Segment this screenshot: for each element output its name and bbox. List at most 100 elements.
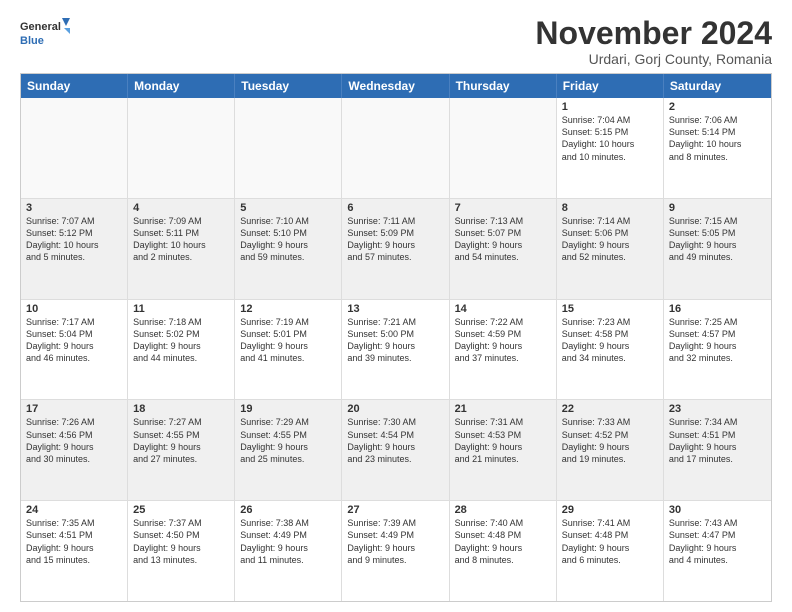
cell-text-2-6: Sunrise: 7:25 AM Sunset: 4:57 PM Dayligh…	[669, 316, 766, 365]
cell-text-3-2: Sunrise: 7:29 AM Sunset: 4:55 PM Dayligh…	[240, 416, 336, 465]
day-num-1-3: 6	[347, 202, 443, 214]
cell-text-1-5: Sunrise: 7:14 AM Sunset: 5:06 PM Dayligh…	[562, 215, 658, 264]
cell-text-2-0: Sunrise: 7:17 AM Sunset: 5:04 PM Dayligh…	[26, 316, 122, 365]
day-num-0-6: 2	[669, 101, 766, 113]
month-title: November 2024	[535, 16, 772, 51]
cell-text-4-3: Sunrise: 7:39 AM Sunset: 4:49 PM Dayligh…	[347, 517, 443, 566]
day-num-3-5: 22	[562, 403, 658, 415]
day-num-2-2: 12	[240, 303, 336, 315]
cell-text-3-3: Sunrise: 7:30 AM Sunset: 4:54 PM Dayligh…	[347, 416, 443, 465]
calendar: Sunday Monday Tuesday Wednesday Thursday…	[20, 73, 772, 602]
day-num-4-1: 25	[133, 504, 229, 516]
cell-text-4-5: Sunrise: 7:41 AM Sunset: 4:48 PM Dayligh…	[562, 517, 658, 566]
day-num-3-1: 18	[133, 403, 229, 415]
cell-text-1-0: Sunrise: 7:07 AM Sunset: 5:12 PM Dayligh…	[26, 215, 122, 264]
header-wednesday: Wednesday	[342, 74, 449, 98]
cal-cell-4-6: 30Sunrise: 7:43 AM Sunset: 4:47 PM Dayli…	[664, 501, 771, 601]
cal-cell-4-2: 26Sunrise: 7:38 AM Sunset: 4:49 PM Dayli…	[235, 501, 342, 601]
cell-text-3-5: Sunrise: 7:33 AM Sunset: 4:52 PM Dayligh…	[562, 416, 658, 465]
cal-cell-2-5: 15Sunrise: 7:23 AM Sunset: 4:58 PM Dayli…	[557, 300, 664, 400]
cal-row-2: 10Sunrise: 7:17 AM Sunset: 5:04 PM Dayli…	[21, 300, 771, 401]
day-num-1-2: 5	[240, 202, 336, 214]
cal-cell-0-4	[450, 98, 557, 198]
cal-cell-0-6: 2Sunrise: 7:06 AM Sunset: 5:14 PM Daylig…	[664, 98, 771, 198]
title-block: November 2024 Urdari, Gorj County, Roman…	[535, 16, 772, 67]
day-num-4-6: 30	[669, 504, 766, 516]
cal-cell-2-4: 14Sunrise: 7:22 AM Sunset: 4:59 PM Dayli…	[450, 300, 557, 400]
day-num-1-6: 9	[669, 202, 766, 214]
cal-cell-1-5: 8Sunrise: 7:14 AM Sunset: 5:06 PM Daylig…	[557, 199, 664, 299]
cal-row-0: 1Sunrise: 7:04 AM Sunset: 5:15 PM Daylig…	[21, 98, 771, 199]
day-num-3-6: 23	[669, 403, 766, 415]
cal-cell-4-4: 28Sunrise: 7:40 AM Sunset: 4:48 PM Dayli…	[450, 501, 557, 601]
cal-cell-3-6: 23Sunrise: 7:34 AM Sunset: 4:51 PM Dayli…	[664, 400, 771, 500]
cell-text-4-2: Sunrise: 7:38 AM Sunset: 4:49 PM Dayligh…	[240, 517, 336, 566]
cal-cell-1-0: 3Sunrise: 7:07 AM Sunset: 5:12 PM Daylig…	[21, 199, 128, 299]
day-num-1-0: 3	[26, 202, 122, 214]
day-num-2-6: 16	[669, 303, 766, 315]
header: General Blue November 2024 Urdari, Gorj …	[20, 16, 772, 67]
cal-row-3: 17Sunrise: 7:26 AM Sunset: 4:56 PM Dayli…	[21, 400, 771, 501]
location: Urdari, Gorj County, Romania	[535, 51, 772, 67]
cal-cell-2-1: 11Sunrise: 7:18 AM Sunset: 5:02 PM Dayli…	[128, 300, 235, 400]
cal-cell-2-3: 13Sunrise: 7:21 AM Sunset: 5:00 PM Dayli…	[342, 300, 449, 400]
cell-text-4-1: Sunrise: 7:37 AM Sunset: 4:50 PM Dayligh…	[133, 517, 229, 566]
cal-cell-1-1: 4Sunrise: 7:09 AM Sunset: 5:11 PM Daylig…	[128, 199, 235, 299]
cell-text-2-1: Sunrise: 7:18 AM Sunset: 5:02 PM Dayligh…	[133, 316, 229, 365]
cell-text-4-6: Sunrise: 7:43 AM Sunset: 4:47 PM Dayligh…	[669, 517, 766, 566]
cal-cell-0-3	[342, 98, 449, 198]
cell-text-0-5: Sunrise: 7:04 AM Sunset: 5:15 PM Dayligh…	[562, 114, 658, 163]
cal-cell-2-2: 12Sunrise: 7:19 AM Sunset: 5:01 PM Dayli…	[235, 300, 342, 400]
cal-cell-1-2: 5Sunrise: 7:10 AM Sunset: 5:10 PM Daylig…	[235, 199, 342, 299]
calendar-header: Sunday Monday Tuesday Wednesday Thursday…	[21, 74, 771, 98]
day-num-2-0: 10	[26, 303, 122, 315]
cell-text-3-1: Sunrise: 7:27 AM Sunset: 4:55 PM Dayligh…	[133, 416, 229, 465]
page: General Blue November 2024 Urdari, Gorj …	[0, 0, 792, 612]
cal-cell-4-1: 25Sunrise: 7:37 AM Sunset: 4:50 PM Dayli…	[128, 501, 235, 601]
cell-text-3-6: Sunrise: 7:34 AM Sunset: 4:51 PM Dayligh…	[669, 416, 766, 465]
day-num-4-0: 24	[26, 504, 122, 516]
cell-text-1-6: Sunrise: 7:15 AM Sunset: 5:05 PM Dayligh…	[669, 215, 766, 264]
day-num-4-5: 29	[562, 504, 658, 516]
day-num-3-2: 19	[240, 403, 336, 415]
day-num-3-0: 17	[26, 403, 122, 415]
day-num-3-3: 20	[347, 403, 443, 415]
cal-cell-0-1	[128, 98, 235, 198]
cal-cell-1-6: 9Sunrise: 7:15 AM Sunset: 5:05 PM Daylig…	[664, 199, 771, 299]
cal-cell-2-6: 16Sunrise: 7:25 AM Sunset: 4:57 PM Dayli…	[664, 300, 771, 400]
header-friday: Friday	[557, 74, 664, 98]
cell-text-4-0: Sunrise: 7:35 AM Sunset: 4:51 PM Dayligh…	[26, 517, 122, 566]
cal-cell-3-1: 18Sunrise: 7:27 AM Sunset: 4:55 PM Dayli…	[128, 400, 235, 500]
header-monday: Monday	[128, 74, 235, 98]
calendar-body: 1Sunrise: 7:04 AM Sunset: 5:15 PM Daylig…	[21, 98, 771, 601]
logo-svg: General Blue	[20, 16, 70, 54]
cal-cell-4-0: 24Sunrise: 7:35 AM Sunset: 4:51 PM Dayli…	[21, 501, 128, 601]
day-num-2-4: 14	[455, 303, 551, 315]
cal-cell-3-2: 19Sunrise: 7:29 AM Sunset: 4:55 PM Dayli…	[235, 400, 342, 500]
cell-text-0-6: Sunrise: 7:06 AM Sunset: 5:14 PM Dayligh…	[669, 114, 766, 163]
cell-text-4-4: Sunrise: 7:40 AM Sunset: 4:48 PM Dayligh…	[455, 517, 551, 566]
cell-text-2-3: Sunrise: 7:21 AM Sunset: 5:00 PM Dayligh…	[347, 316, 443, 365]
cell-text-1-4: Sunrise: 7:13 AM Sunset: 5:07 PM Dayligh…	[455, 215, 551, 264]
day-num-2-1: 11	[133, 303, 229, 315]
cal-cell-0-5: 1Sunrise: 7:04 AM Sunset: 5:15 PM Daylig…	[557, 98, 664, 198]
cal-cell-3-0: 17Sunrise: 7:26 AM Sunset: 4:56 PM Dayli…	[21, 400, 128, 500]
day-num-4-4: 28	[455, 504, 551, 516]
day-num-2-5: 15	[562, 303, 658, 315]
day-num-4-3: 27	[347, 504, 443, 516]
cal-cell-0-2	[235, 98, 342, 198]
svg-text:General: General	[20, 21, 61, 33]
day-num-2-3: 13	[347, 303, 443, 315]
cal-cell-1-3: 6Sunrise: 7:11 AM Sunset: 5:09 PM Daylig…	[342, 199, 449, 299]
cell-text-1-3: Sunrise: 7:11 AM Sunset: 5:09 PM Dayligh…	[347, 215, 443, 264]
header-sunday: Sunday	[21, 74, 128, 98]
day-num-0-5: 1	[562, 101, 658, 113]
cal-cell-1-4: 7Sunrise: 7:13 AM Sunset: 5:07 PM Daylig…	[450, 199, 557, 299]
day-num-3-4: 21	[455, 403, 551, 415]
cal-cell-4-3: 27Sunrise: 7:39 AM Sunset: 4:49 PM Dayli…	[342, 501, 449, 601]
svg-text:Blue: Blue	[20, 35, 44, 47]
header-saturday: Saturday	[664, 74, 771, 98]
header-tuesday: Tuesday	[235, 74, 342, 98]
day-num-4-2: 26	[240, 504, 336, 516]
cal-cell-2-0: 10Sunrise: 7:17 AM Sunset: 5:04 PM Dayli…	[21, 300, 128, 400]
